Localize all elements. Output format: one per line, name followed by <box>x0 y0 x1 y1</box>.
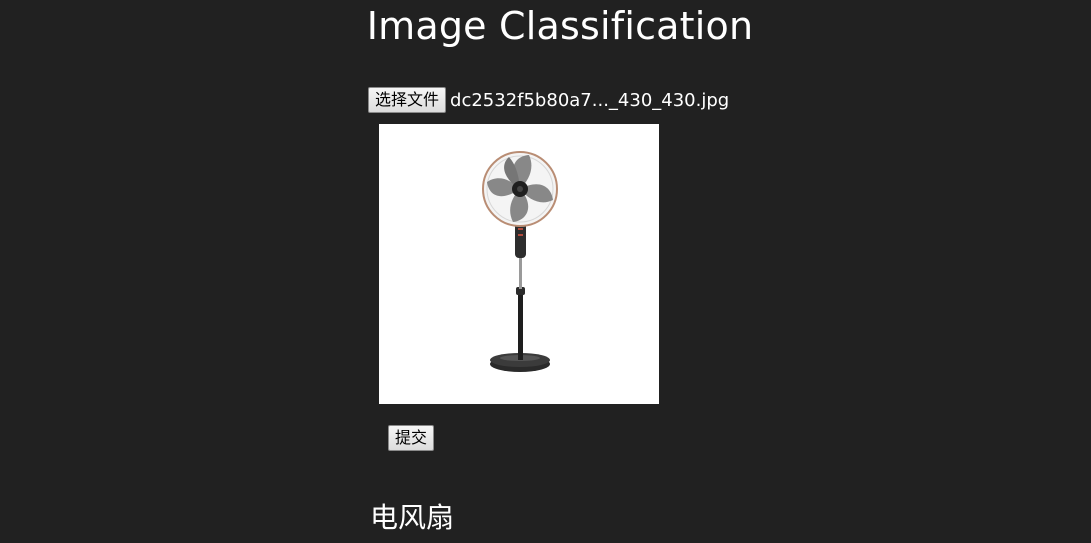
submit-container: 提交 <box>388 425 435 451</box>
submit-button[interactable]: 提交 <box>388 425 435 451</box>
image-preview <box>379 124 659 404</box>
choose-file-button[interactable]: 选择文件 <box>368 87 447 113</box>
classification-result: 电风扇 <box>370 501 455 534</box>
standing-fan-icon <box>482 151 558 372</box>
file-upload-row: 选择文件 dc2532f5b80a7..._430_430.jpg <box>368 87 729 113</box>
selected-file-name: dc2532f5b80a7..._430_430.jpg <box>450 89 730 111</box>
page-title: Image Classification <box>366 4 754 48</box>
